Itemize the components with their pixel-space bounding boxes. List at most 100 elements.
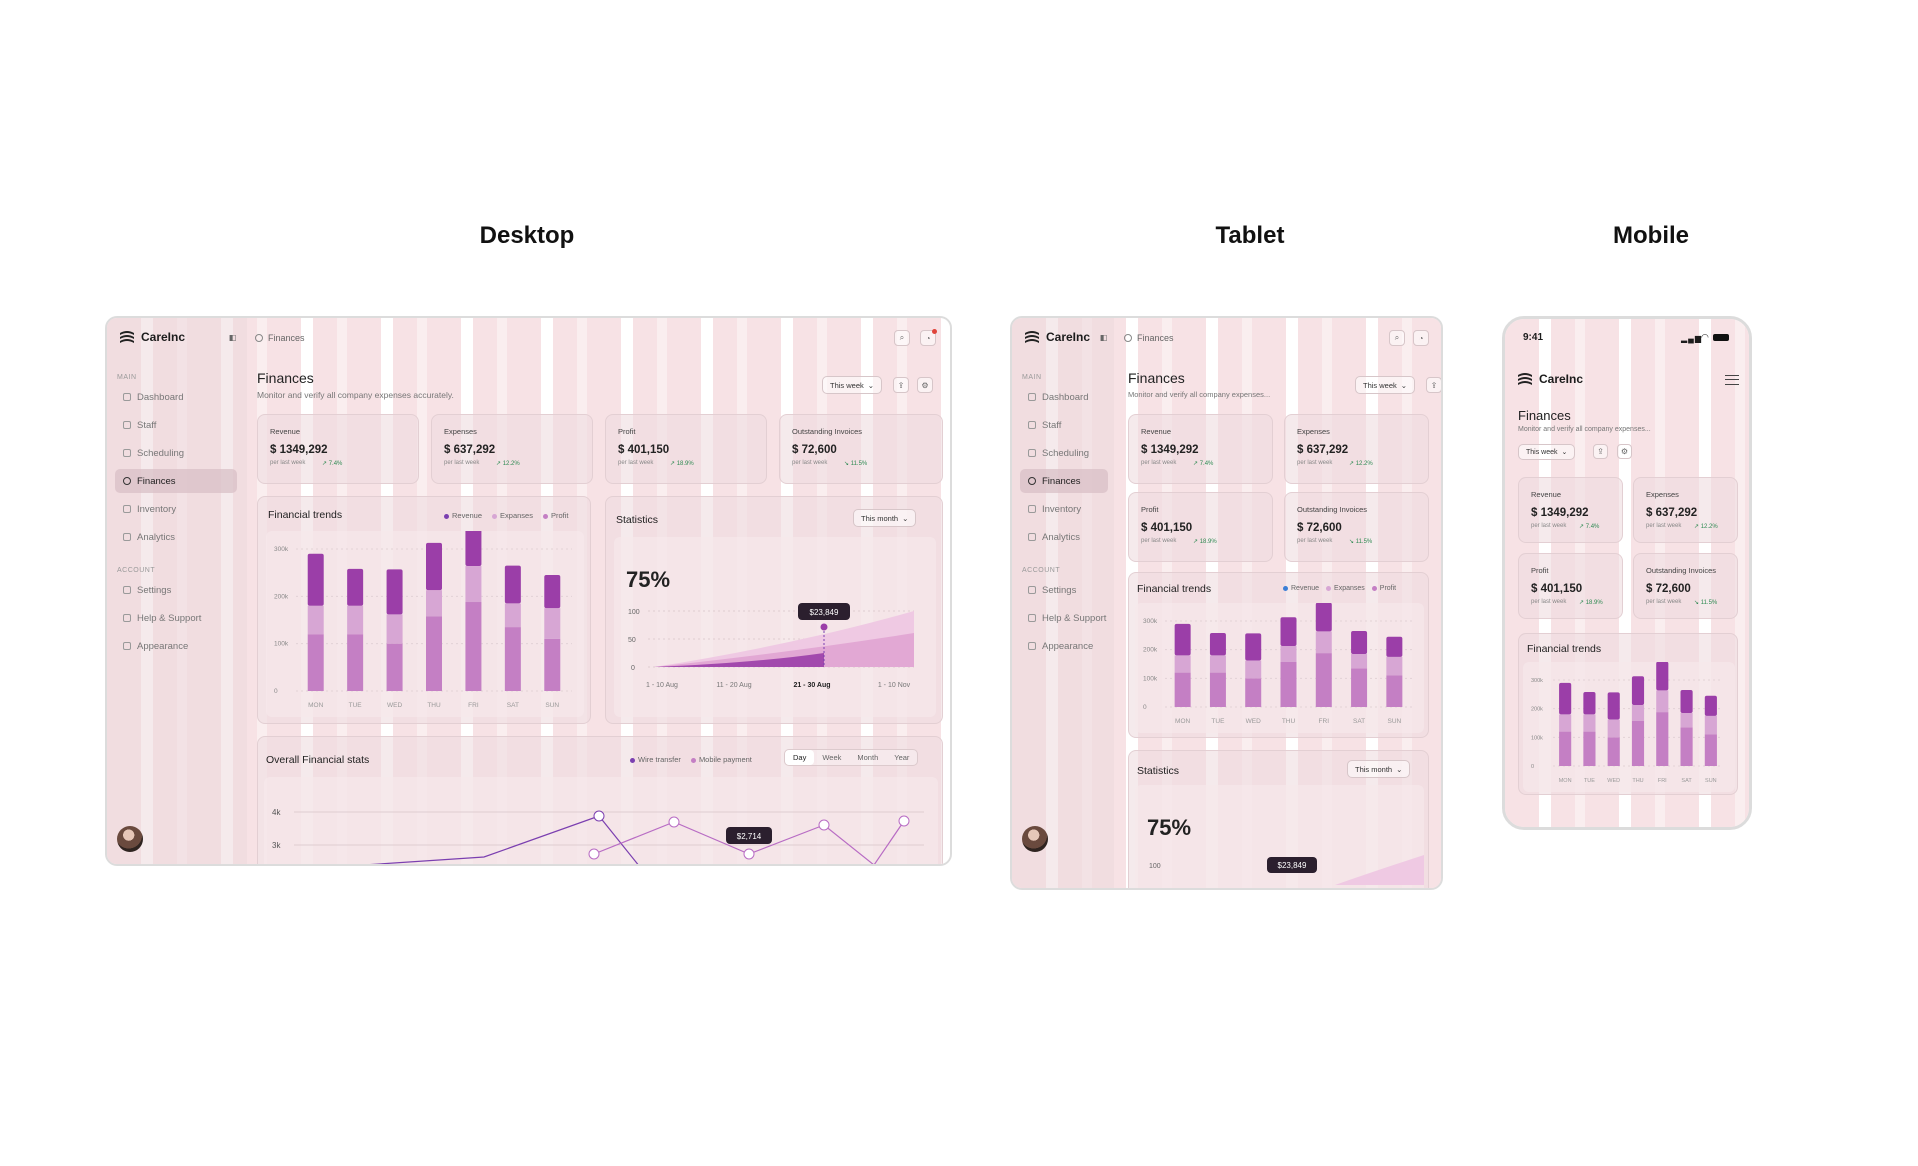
bar-revenue-tue[interactable] [1583, 692, 1596, 715]
nav-scheduling[interactable]: Scheduling [1020, 441, 1108, 465]
bar-revenue-thu[interactable] [1631, 676, 1645, 705]
bar-expanses-sun[interactable] [1386, 656, 1403, 676]
nav-staff[interactable]: Staff [115, 413, 237, 437]
bar-profit-mon[interactable] [1174, 672, 1191, 707]
bar-revenue-mon[interactable] [1174, 623, 1191, 656]
avatar[interactable] [1022, 826, 1048, 852]
bar-expanses-fri[interactable] [1656, 690, 1669, 713]
nav-analytics[interactable]: Analytics [1020, 525, 1108, 549]
settings-button[interactable]: ⚙ [917, 377, 933, 393]
menu-icon[interactable] [1725, 375, 1739, 385]
statistics-period-select[interactable]: This month ⌄ [853, 509, 917, 527]
bar-expanses-sat[interactable] [1680, 712, 1693, 728]
bar-revenue-sun[interactable] [1386, 636, 1403, 657]
bar-profit-tue[interactable] [1583, 731, 1596, 766]
settings-button[interactable]: ⚙ [1617, 444, 1632, 459]
bar-revenue-sun[interactable] [1704, 695, 1717, 716]
nav-inventory[interactable]: Inventory [115, 497, 237, 521]
bar-expanses-sun[interactable] [1704, 715, 1717, 735]
bar-profit-thu[interactable] [1631, 720, 1645, 766]
bar-profit-fri[interactable] [1656, 712, 1669, 766]
bar-expanses-tue[interactable] [1209, 655, 1226, 673]
tab-year[interactable]: Year [886, 750, 917, 765]
bar-revenue-mon[interactable] [307, 553, 324, 606]
bar-profit-wed[interactable] [1245, 678, 1262, 707]
bar-expanses-sun[interactable] [544, 608, 561, 639]
bar-profit-sat[interactable] [1680, 727, 1693, 766]
nav-appearance[interactable]: Appearance [115, 634, 237, 658]
mobile-point[interactable] [743, 848, 755, 860]
wire-point[interactable] [593, 810, 605, 822]
tab-month[interactable]: Month [849, 750, 886, 765]
bar-revenue-thu[interactable] [1280, 617, 1297, 646]
nav-settings[interactable]: Settings [1020, 578, 1108, 602]
nav-appearance[interactable]: Appearance [1020, 634, 1108, 658]
bar-revenue-fri[interactable] [1315, 602, 1332, 632]
nav-staff[interactable]: Staff [1020, 413, 1108, 437]
tab-day[interactable]: Day [785, 750, 815, 765]
bar-revenue-sun[interactable] [544, 575, 561, 609]
bar-profit-tue[interactable] [347, 634, 364, 691]
avatar[interactable] [117, 826, 143, 852]
notification-button[interactable]: ◔ [1413, 330, 1429, 346]
tab-week[interactable]: Week [814, 750, 849, 765]
bar-revenue-tue[interactable] [1209, 633, 1226, 656]
bar-profit-fri[interactable] [1315, 653, 1332, 707]
bar-expanses-thu[interactable] [1280, 645, 1297, 662]
bar-profit-mon[interactable] [1559, 731, 1572, 766]
search-button[interactable]: ⌕ [1389, 330, 1405, 346]
collapse-sidebar-icon[interactable]: ◧ [1098, 332, 1109, 343]
bar-profit-sat[interactable] [504, 627, 521, 691]
nav-dashboard[interactable]: Dashboard [115, 385, 237, 409]
bar-revenue-sat[interactable] [1351, 631, 1368, 654]
nav-inventory[interactable]: Inventory [1020, 497, 1108, 521]
bar-profit-mon[interactable] [307, 634, 324, 691]
nav-finances[interactable]: Finances [1020, 469, 1108, 493]
bar-revenue-wed[interactable] [1245, 633, 1262, 661]
bar-expanses-sat[interactable] [1351, 653, 1368, 669]
bar-expanses-thu[interactable] [1631, 704, 1645, 721]
statistics-period-select[interactable]: This month ⌄ [1347, 760, 1411, 778]
collapse-sidebar-icon[interactable]: ◧ [227, 332, 238, 343]
bar-expanses-mon[interactable] [1174, 655, 1191, 673]
bar-expanses-fri[interactable] [1315, 631, 1332, 654]
brand-logo[interactable]: CareInc [1517, 372, 1583, 386]
bar-expanses-tue[interactable] [1583, 714, 1596, 732]
bar-profit-thu[interactable] [1280, 661, 1297, 707]
bar-revenue-mon[interactable] [1559, 682, 1572, 715]
notification-button[interactable]: ◔ [920, 329, 937, 346]
bar-profit-fri[interactable] [465, 602, 482, 691]
search-button[interactable]: ⌕ [894, 330, 910, 346]
brand-logo[interactable]: CareInc [1024, 330, 1090, 344]
bar-profit-sun[interactable] [1704, 734, 1717, 766]
mobile-point[interactable] [898, 815, 910, 827]
bar-profit-sun[interactable] [544, 638, 561, 691]
bar-expanses-wed[interactable] [386, 614, 403, 644]
bar-expanses-fri[interactable] [465, 566, 482, 603]
bar-profit-sun[interactable] [1386, 675, 1403, 707]
highlight-point[interactable] [820, 623, 828, 631]
bar-expanses-thu[interactable] [426, 590, 442, 617]
bar-profit-sat[interactable] [1351, 668, 1368, 707]
export-button[interactable]: ⇪ [1593, 444, 1608, 459]
bar-revenue-fri[interactable] [1656, 661, 1669, 691]
bar-expanses-wed[interactable] [1245, 660, 1262, 679]
nav-finances[interactable]: Finances [115, 469, 237, 493]
period-select[interactable]: This week ⌄ [822, 376, 883, 394]
bar-revenue-thu[interactable] [426, 542, 442, 591]
nav-scheduling[interactable]: Scheduling [115, 441, 237, 465]
bar-expanses-tue[interactable] [347, 605, 364, 635]
nav-settings[interactable]: Settings [115, 578, 237, 602]
bar-profit-thu[interactable] [426, 616, 442, 691]
bar-revenue-wed[interactable] [386, 569, 403, 615]
bar-profit-wed[interactable] [386, 643, 403, 691]
export-button[interactable]: ⇪ [1426, 377, 1441, 393]
nav-help[interactable]: Help & Support [1020, 606, 1108, 630]
bar-revenue-sat[interactable] [504, 565, 521, 604]
nav-dashboard[interactable]: Dashboard [1020, 385, 1108, 409]
mobile-point[interactable] [668, 816, 680, 828]
bar-revenue-tue[interactable] [347, 568, 364, 606]
bar-revenue-wed[interactable] [1607, 692, 1620, 720]
bar-expanses-sat[interactable] [504, 603, 521, 628]
nav-analytics[interactable]: Analytics [115, 525, 237, 549]
